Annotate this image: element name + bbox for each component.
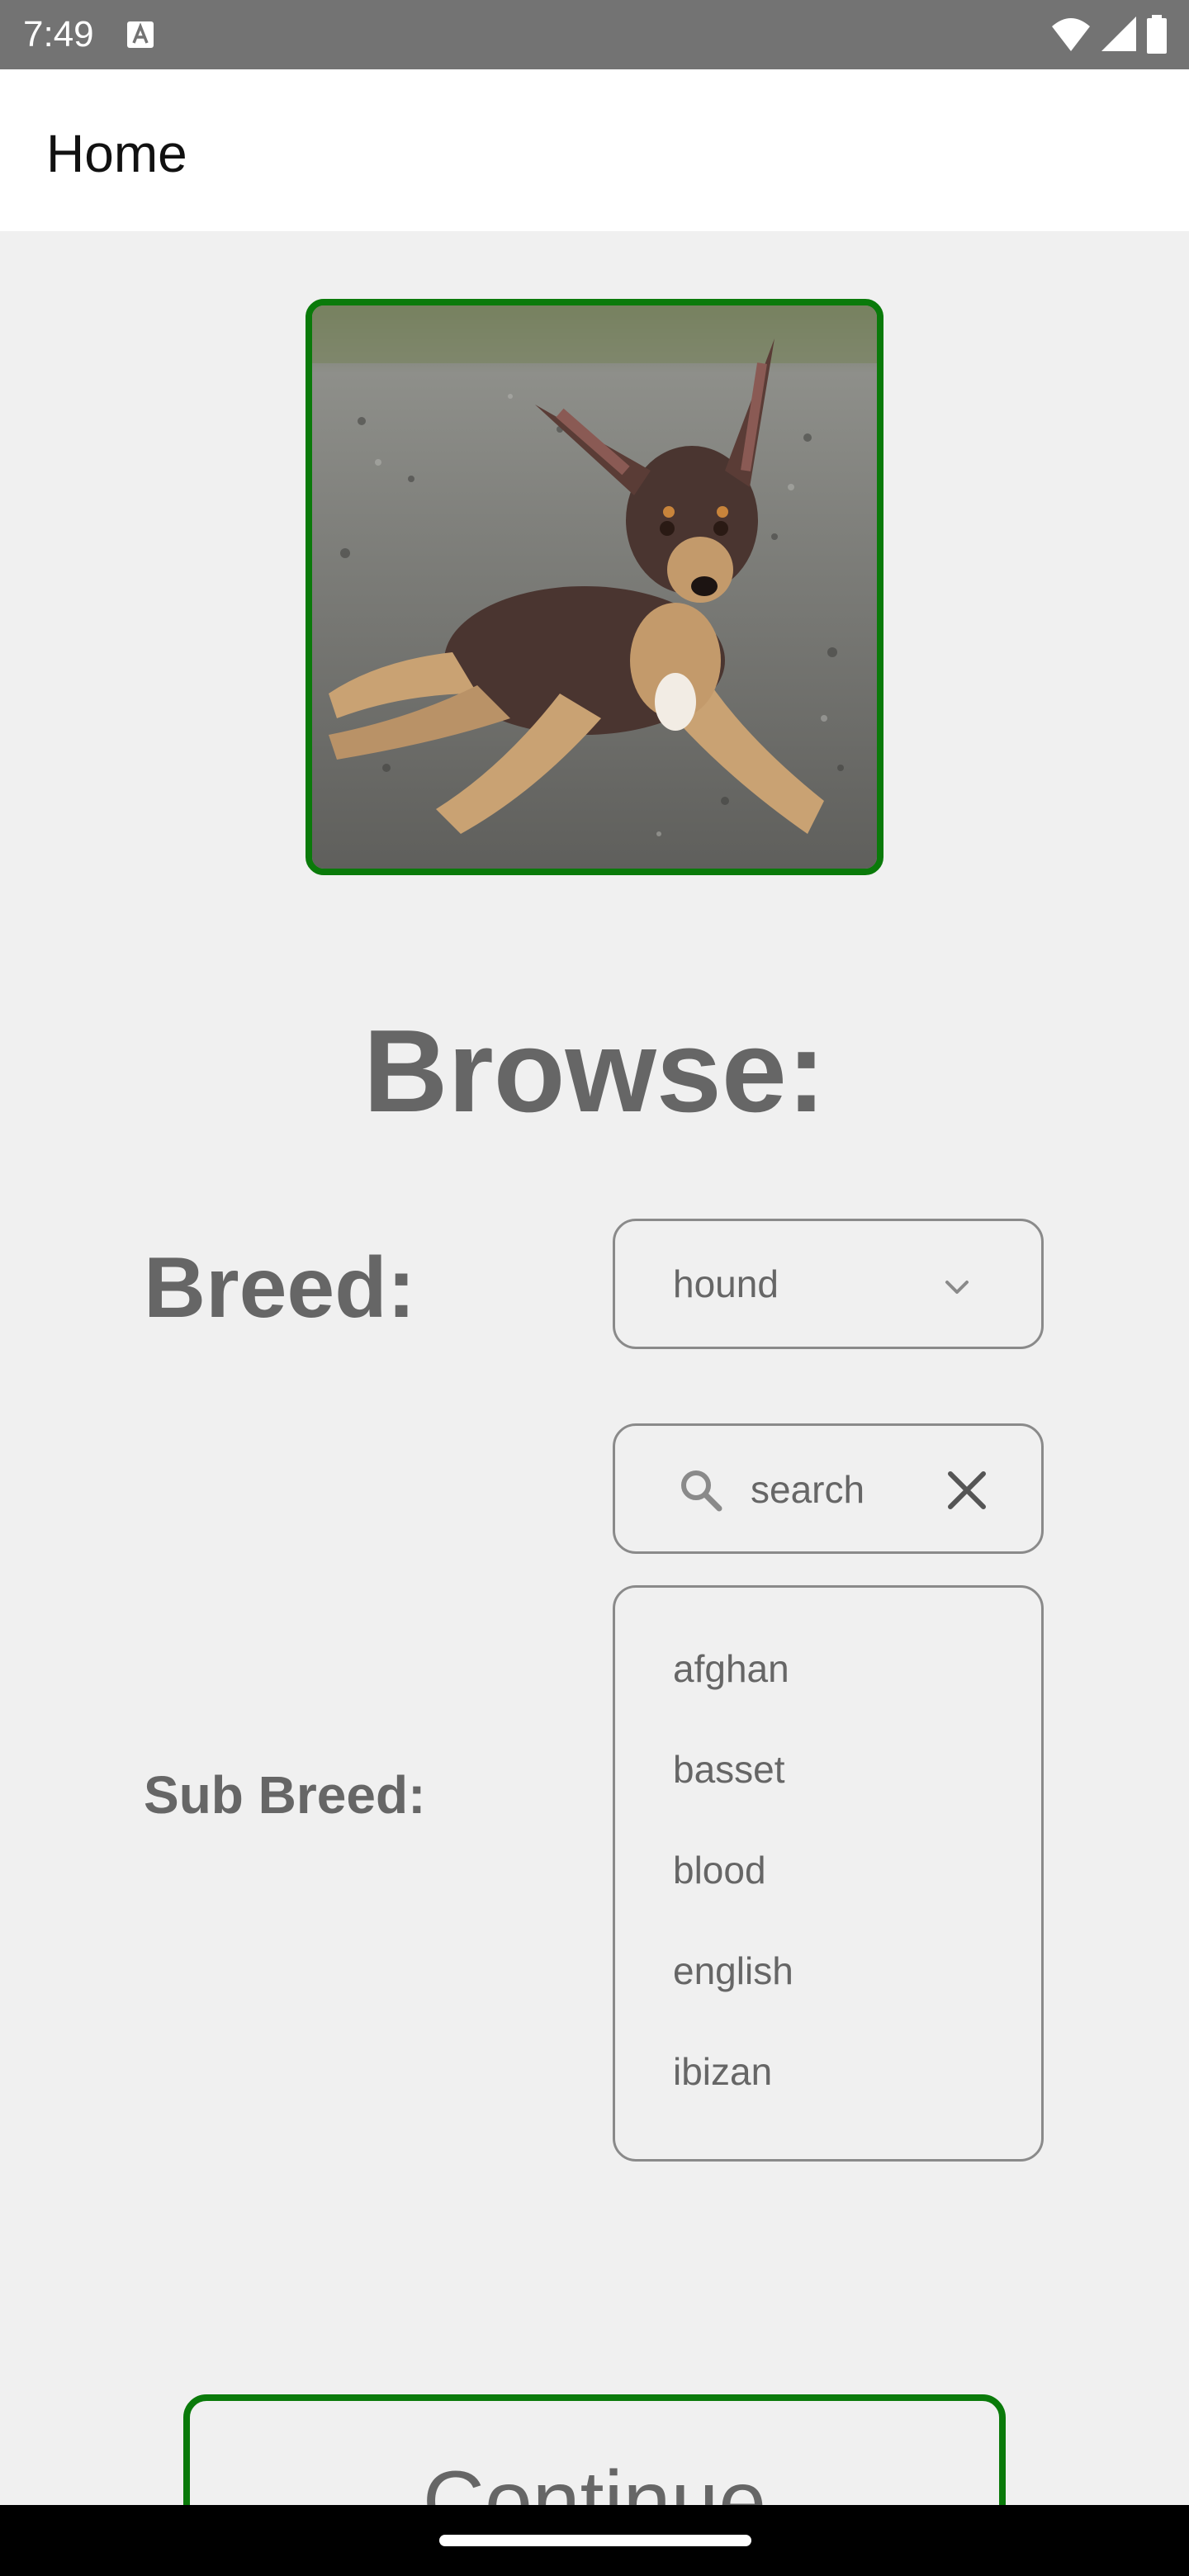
signal-icon [1101, 17, 1136, 51]
sub-breed-item[interactable]: ibizan [673, 2047, 772, 2096]
search-box [613, 1423, 1044, 1554]
sub-breed-item[interactable]: english [673, 1946, 793, 1996]
navigation-bar [0, 2505, 1189, 2576]
breed-selected-value: hound [673, 1262, 779, 1305]
sub-breed-list[interactable]: afghan basset blood english ibizan [613, 1585, 1044, 2162]
page-title: Home [46, 124, 187, 183]
accessibility-notification-icon [127, 21, 154, 48]
sub-breed-item[interactable]: afghan [673, 1644, 789, 1693]
dog-image [306, 299, 883, 875]
app-bar: Home [0, 69, 1189, 231]
battery-icon [1147, 15, 1167, 54]
home-gesture-handle[interactable] [439, 2535, 751, 2546]
close-icon[interactable] [940, 1464, 993, 1517]
sub-breed-item[interactable]: blood [673, 1845, 766, 1895]
breed-label: Breed: [144, 1240, 416, 1336]
sub-breed-label: Sub Breed: [144, 1765, 426, 1825]
search-icon [681, 1470, 722, 1512]
browse-heading: Browse: [362, 1006, 827, 1137]
status-time: 7:49 [23, 14, 94, 54]
dog-photo [312, 305, 877, 869]
chevron-down-icon [945, 1281, 969, 1294]
search-input[interactable] [751, 1462, 916, 1517]
sub-breed-item[interactable]: basset [673, 1745, 785, 1794]
status-bar: 7:49 [0, 0, 1189, 69]
wifi-icon [1052, 18, 1090, 51]
breed-dropdown[interactable]: hound [613, 1219, 1044, 1349]
